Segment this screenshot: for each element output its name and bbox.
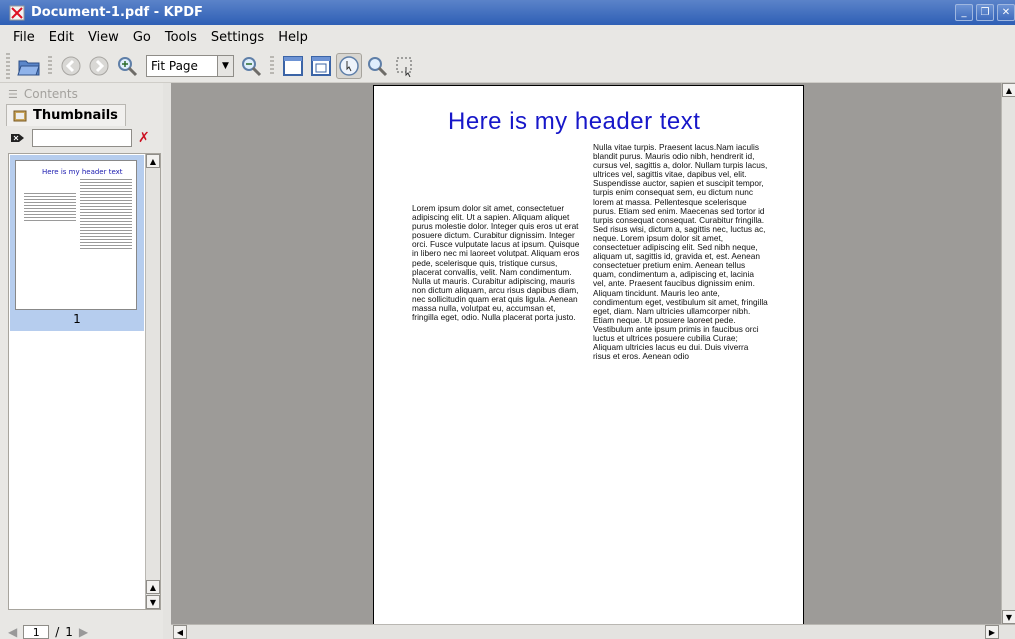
thumbnails-icon — [13, 110, 27, 121]
fit-width-button[interactable] — [280, 53, 306, 79]
tab-contents[interactable]: ☰ Contents — [8, 85, 78, 103]
right-column-text: Nulla vitae turpis. Praesent lacus.Nam i… — [593, 142, 768, 362]
zoom-in-icon — [118, 56, 138, 76]
zoom-tool-icon — [368, 56, 388, 76]
thumbnail-page-number: 1 — [73, 312, 81, 326]
fit-page-icon — [311, 55, 331, 76]
thumbnail-item[interactable]: Here is my header text 1 — [10, 155, 144, 331]
tab-thumbnails[interactable]: Thumbnails — [6, 104, 126, 126]
thumbnail-filter: ✗ — [10, 128, 165, 148]
scroll-right-button[interactable]: ▶ — [985, 625, 999, 639]
tab-contents-label: Contents — [23, 87, 78, 101]
prev-page-icon[interactable]: ◀ — [8, 625, 17, 639]
chevron-down-icon[interactable]: ▼ — [217, 55, 233, 76]
menu-help[interactable]: Help — [271, 30, 315, 45]
menu-view[interactable]: View — [81, 30, 126, 45]
page-navigator: ◀ 1 / 1 ▶ — [8, 625, 161, 639]
menu-settings[interactable]: Settings — [204, 30, 271, 45]
zoom-out-icon — [242, 56, 262, 76]
menu-file[interactable]: File — [6, 30, 42, 45]
thumbnail-search-input[interactable] — [32, 129, 132, 147]
menu-bar: File Edit View Go Tools Settings Help — [0, 25, 1015, 49]
scroll-up-button-bottom[interactable]: ▲ — [146, 580, 160, 594]
clear-filter-icon[interactable]: ✗ — [138, 130, 150, 146]
window-title: Document-1.pdf - KPDF — [31, 5, 203, 20]
toolbar-separator — [270, 55, 274, 76]
thumbnail-page-preview: Here is my header text — [15, 160, 137, 310]
select-tool-button[interactable] — [392, 53, 418, 79]
panel-splitter[interactable] — [163, 83, 171, 639]
next-page-icon[interactable]: ▶ — [79, 625, 88, 639]
thumbnail-header-text: Here is my header text — [42, 168, 123, 176]
side-panel: ☰ Contents Thumbnails ✗ Here is my heade… — [0, 83, 163, 639]
back-button[interactable] — [58, 53, 84, 79]
forward-button[interactable] — [86, 53, 112, 79]
filter-arrow-icon — [11, 134, 24, 142]
zoom-value: Fit Page — [151, 58, 198, 73]
viewer-scroll-down-button[interactable]: ▼ — [1002, 610, 1015, 624]
menu-edit[interactable]: Edit — [42, 30, 81, 45]
scroll-left-button[interactable]: ◀ — [173, 625, 187, 639]
open-file-button[interactable] — [16, 53, 42, 79]
contents-icon: ☰ — [8, 87, 18, 101]
menu-go[interactable]: Go — [126, 30, 158, 45]
kpdf-app-icon — [9, 5, 25, 20]
main-toolbar: Fit Page ▼ — [0, 49, 1015, 83]
scroll-up-button[interactable]: ▲ — [146, 154, 160, 168]
thumbnail-scrollbar[interactable]: ▲ ▲ ▼ — [145, 154, 160, 609]
zoom-in-button[interactable] — [114, 53, 140, 79]
back-icon — [61, 56, 81, 75]
viewer-horizontal-scrollbar[interactable]: ◀ ▶ — [171, 624, 1015, 639]
thumbnail-list[interactable]: Here is my header text 1 ▲ ▲ ▼ — [8, 153, 161, 610]
left-column-text: Lorem ipsum dolor sit amet, consectetuer… — [412, 203, 580, 323]
current-page-input[interactable]: 1 — [23, 625, 50, 639]
select-tool-icon — [396, 57, 412, 77]
viewer-vertical-scrollbar[interactable]: ▲ ▼ — [1001, 83, 1015, 624]
browse-tool-button[interactable] — [336, 52, 362, 79]
tab-thumbnails-label: Thumbnails — [33, 108, 118, 123]
open-file-icon — [17, 60, 40, 75]
maximize-button[interactable]: ❐ — [976, 4, 994, 21]
fit-width-icon — [283, 55, 303, 76]
page-header-text: Here is my header text — [448, 108, 701, 135]
title-bar: Document-1.pdf - KPDF _ ❐ ✕ — [0, 0, 1015, 25]
viewer-scroll-up-button[interactable]: ▲ — [1002, 83, 1015, 97]
minimize-button[interactable]: _ — [955, 4, 973, 21]
toolbar-grip[interactable] — [6, 52, 10, 79]
menu-tools[interactable]: Tools — [158, 30, 204, 45]
browse-tool-icon — [339, 55, 359, 76]
zoom-out-button[interactable] — [238, 53, 264, 79]
close-button[interactable]: ✕ — [997, 4, 1015, 21]
fit-page-button[interactable] — [308, 53, 334, 79]
toolbar-separator — [48, 55, 52, 76]
zoom-tool-button[interactable] — [364, 53, 390, 79]
pdf-page: Here is my header text Lorem ipsum dolor… — [373, 85, 804, 626]
zoom-select[interactable]: Fit Page ▼ — [146, 54, 234, 77]
scroll-down-button[interactable]: ▼ — [146, 595, 160, 609]
forward-icon — [89, 56, 109, 75]
document-viewer[interactable]: Here is my header text Lorem ipsum dolor… — [171, 83, 1015, 626]
total-pages: 1 — [65, 625, 73, 639]
page-separator: / — [55, 625, 60, 639]
